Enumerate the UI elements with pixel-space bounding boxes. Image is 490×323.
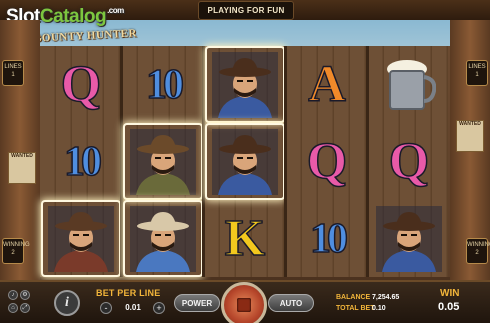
reel-separator: [120, 46, 123, 277]
watermark-part2: Catalog: [39, 6, 107, 27]
left-lines-plate: LINES 1: [2, 60, 24, 86]
symbol-glyph: 10: [145, 61, 185, 108]
right-lines-label: LINES: [468, 64, 486, 70]
symbol-glyph: 10: [309, 215, 349, 262]
symbol-glyph: K: [224, 209, 266, 267]
win-value: 0.05: [438, 301, 460, 313]
win-label: WIN: [440, 288, 460, 299]
sound-icon[interactable]: ♪: [8, 290, 18, 300]
stop-icon: [237, 298, 251, 312]
bet-per-line-value: 0.01: [125, 303, 141, 312]
game-logo: BOUNTY HUNTER: [33, 27, 138, 45]
right-winning-plate: WINNING 2: [466, 238, 490, 264]
left-winning-label: WINNING: [3, 242, 30, 248]
balance-label: BALANCE: [336, 294, 371, 301]
symbol-glyph: A: [307, 55, 346, 113]
reel-symbol-bandits: [43, 202, 119, 275]
auto-button[interactable]: AUTO: [268, 294, 314, 312]
bet-increase-button[interactable]: +: [153, 302, 165, 314]
bandits-icon: [48, 205, 114, 272]
reel-symbol-a: A: [289, 48, 365, 121]
bet-decrease-button[interactable]: -: [100, 302, 112, 314]
reel-symbol-q: Q: [43, 48, 119, 121]
reel-symbol-k: K: [207, 202, 283, 275]
reel-symbol-q: Q: [289, 125, 365, 198]
spin-button[interactable]: [221, 282, 267, 323]
symbol-glyph: Q: [388, 132, 430, 190]
right-side-panel: LINES 1 WANTED WINNING 2: [450, 20, 490, 282]
reel-symbol-sheriff-rider: [125, 202, 201, 275]
settings-icon[interactable]: ⚙: [20, 290, 30, 300]
reel-separator: [284, 46, 287, 277]
total-bet-value: 0.10: [372, 305, 386, 312]
right-winning-value: 2: [475, 250, 479, 256]
reel-separator: [202, 46, 205, 277]
beer-mug-icon: [382, 55, 437, 115]
left-wanted-poster: WANTED: [8, 152, 36, 184]
reel-symbol-10: 10: [43, 125, 119, 198]
right-winning-label: WINNING: [467, 242, 490, 248]
outlaw-icon: [130, 128, 196, 195]
reel-symbol-bounty-hunter: [207, 48, 283, 121]
reel-separator: [366, 46, 369, 277]
reel-symbol-10: 10: [125, 48, 201, 121]
symbol-glyph: 10: [63, 138, 103, 185]
symbol-glyph: Q: [60, 55, 102, 113]
left-lines-label: LINES: [4, 64, 22, 70]
left-winning-value: 2: [11, 250, 15, 256]
total-bet-label: TOTAL BET: [336, 305, 375, 312]
right-wanted-poster: WANTED: [456, 120, 484, 152]
control-panel: ♪ ⚙ ⌂ ⤢ i BET PER LINE - 0.01 + POWER AU…: [0, 280, 490, 323]
reel-symbol-10: 10: [289, 202, 365, 275]
watermark-suffix: .com: [107, 6, 124, 15]
bounty-hunter-icon: [212, 128, 278, 195]
left-winning-plate: WINNING 2: [2, 238, 30, 264]
reel-grid: Q 10 10 K A Q 10 Q: [40, 46, 450, 277]
right-lines-plate: LINES 1: [466, 60, 488, 86]
fullscreen-icon[interactable]: ⤢: [20, 303, 30, 313]
power-button[interactable]: POWER: [174, 294, 220, 312]
left-lines-value: 1: [11, 72, 15, 78]
info-button[interactable]: i: [54, 290, 80, 316]
bounty-hunter-icon: [376, 205, 442, 272]
left-side-panel: LINES 1 WANTED WINNING 2: [0, 20, 40, 282]
bet-per-line-label: BET PER LINE: [96, 288, 161, 298]
bounty-hunter-icon: [212, 51, 278, 118]
reel-symbol-outlaw: [125, 125, 201, 198]
reel-symbol-bounty-hunter: [207, 125, 283, 198]
symbol-glyph: Q: [306, 132, 348, 190]
balance-value: 7,254.65: [372, 294, 400, 301]
reel-symbol-bounty-hunter: [371, 202, 447, 275]
home-icon[interactable]: ⌂: [8, 303, 18, 313]
sheriff-rider-icon: [130, 205, 196, 272]
reel-symbol-q: Q: [371, 125, 447, 198]
reel-symbol-beer-mug: [371, 48, 447, 121]
mode-indicator: PLAYING FOR FUN: [198, 1, 294, 20]
right-lines-value: 1: [475, 72, 479, 78]
game-screen: PLAYING FOR FUN SlotCatalog.com BOUNTY H…: [0, 0, 490, 323]
